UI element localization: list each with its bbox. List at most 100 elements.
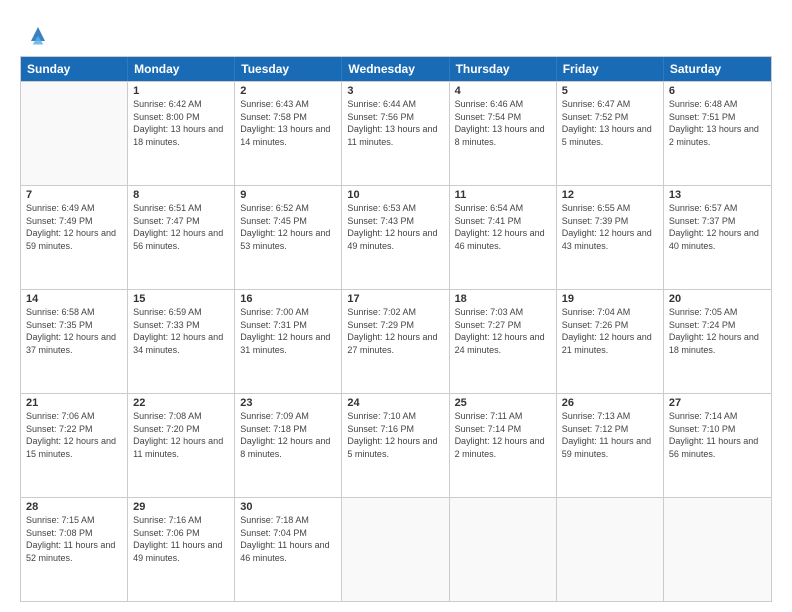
calendar-cell: 9 Sunrise: 6:52 AM Sunset: 7:45 PM Dayli… [235,186,342,289]
day-number: 27 [669,397,766,409]
calendar-cell: 25 Sunrise: 7:11 AM Sunset: 7:14 PM Dayl… [450,394,557,497]
calendar-cell: 20 Sunrise: 7:05 AM Sunset: 7:24 PM Dayl… [664,290,771,393]
weekday-header: Thursday [450,57,557,81]
weekday-header: Monday [128,57,235,81]
calendar-cell: 1 Sunrise: 6:42 AM Sunset: 8:00 PM Dayli… [128,82,235,185]
weekday-header: Sunday [21,57,128,81]
day-info: Sunrise: 6:46 AM Sunset: 7:54 PM Dayligh… [455,98,551,148]
weekday-header: Wednesday [342,57,449,81]
day-info: Sunrise: 6:43 AM Sunset: 7:58 PM Dayligh… [240,98,336,148]
calendar-row: 28 Sunrise: 7:15 AM Sunset: 7:08 PM Dayl… [21,497,771,601]
day-number: 30 [240,501,336,513]
day-number: 11 [455,189,551,201]
day-number: 2 [240,85,336,97]
logo-icon [24,20,52,48]
calendar-cell: 2 Sunrise: 6:43 AM Sunset: 7:58 PM Dayli… [235,82,342,185]
day-number: 5 [562,85,658,97]
calendar-row: 1 Sunrise: 6:42 AM Sunset: 8:00 PM Dayli… [21,81,771,185]
calendar-cell: 24 Sunrise: 7:10 AM Sunset: 7:16 PM Dayl… [342,394,449,497]
day-number: 8 [133,189,229,201]
day-info: Sunrise: 7:13 AM Sunset: 7:12 PM Dayligh… [562,410,658,460]
day-info: Sunrise: 6:44 AM Sunset: 7:56 PM Dayligh… [347,98,443,148]
day-info: Sunrise: 7:16 AM Sunset: 7:06 PM Dayligh… [133,514,229,564]
calendar-cell: 12 Sunrise: 6:55 AM Sunset: 7:39 PM Dayl… [557,186,664,289]
calendar-row: 14 Sunrise: 6:58 AM Sunset: 7:35 PM Dayl… [21,289,771,393]
day-number: 24 [347,397,443,409]
calendar-cell: 3 Sunrise: 6:44 AM Sunset: 7:56 PM Dayli… [342,82,449,185]
calendar-cell: 26 Sunrise: 7:13 AM Sunset: 7:12 PM Dayl… [557,394,664,497]
day-number: 13 [669,189,766,201]
logo [20,20,52,48]
day-info: Sunrise: 6:54 AM Sunset: 7:41 PM Dayligh… [455,202,551,252]
calendar-cell [664,498,771,601]
day-number: 12 [562,189,658,201]
day-number: 14 [26,293,122,305]
calendar-cell: 13 Sunrise: 6:57 AM Sunset: 7:37 PM Dayl… [664,186,771,289]
calendar-cell [342,498,449,601]
day-number: 7 [26,189,122,201]
day-info: Sunrise: 7:04 AM Sunset: 7:26 PM Dayligh… [562,306,658,356]
day-number: 17 [347,293,443,305]
calendar-row: 7 Sunrise: 6:49 AM Sunset: 7:49 PM Dayli… [21,185,771,289]
calendar-cell: 28 Sunrise: 7:15 AM Sunset: 7:08 PM Dayl… [21,498,128,601]
day-info: Sunrise: 6:57 AM Sunset: 7:37 PM Dayligh… [669,202,766,252]
calendar-cell: 21 Sunrise: 7:06 AM Sunset: 7:22 PM Dayl… [21,394,128,497]
day-number: 15 [133,293,229,305]
calendar-cell: 29 Sunrise: 7:16 AM Sunset: 7:06 PM Dayl… [128,498,235,601]
header [20,16,772,48]
calendar-cell: 6 Sunrise: 6:48 AM Sunset: 7:51 PM Dayli… [664,82,771,185]
day-number: 4 [455,85,551,97]
day-info: Sunrise: 6:55 AM Sunset: 7:39 PM Dayligh… [562,202,658,252]
day-number: 10 [347,189,443,201]
day-info: Sunrise: 6:59 AM Sunset: 7:33 PM Dayligh… [133,306,229,356]
day-info: Sunrise: 6:47 AM Sunset: 7:52 PM Dayligh… [562,98,658,148]
calendar-cell: 18 Sunrise: 7:03 AM Sunset: 7:27 PM Dayl… [450,290,557,393]
calendar-cell: 30 Sunrise: 7:18 AM Sunset: 7:04 PM Dayl… [235,498,342,601]
day-info: Sunrise: 6:42 AM Sunset: 8:00 PM Dayligh… [133,98,229,148]
calendar-cell [21,82,128,185]
day-number: 28 [26,501,122,513]
day-number: 3 [347,85,443,97]
calendar-header: SundayMondayTuesdayWednesdayThursdayFrid… [21,57,771,81]
day-number: 23 [240,397,336,409]
day-info: Sunrise: 6:49 AM Sunset: 7:49 PM Dayligh… [26,202,122,252]
calendar-cell: 17 Sunrise: 7:02 AM Sunset: 7:29 PM Dayl… [342,290,449,393]
calendar-cell: 4 Sunrise: 6:46 AM Sunset: 7:54 PM Dayli… [450,82,557,185]
calendar-cell: 16 Sunrise: 7:00 AM Sunset: 7:31 PM Dayl… [235,290,342,393]
day-info: Sunrise: 7:06 AM Sunset: 7:22 PM Dayligh… [26,410,122,460]
day-number: 16 [240,293,336,305]
day-number: 9 [240,189,336,201]
day-number: 19 [562,293,658,305]
day-number: 6 [669,85,766,97]
day-info: Sunrise: 7:03 AM Sunset: 7:27 PM Dayligh… [455,306,551,356]
calendar: SundayMondayTuesdayWednesdayThursdayFrid… [20,56,772,602]
day-number: 20 [669,293,766,305]
day-info: Sunrise: 6:53 AM Sunset: 7:43 PM Dayligh… [347,202,443,252]
day-number: 25 [455,397,551,409]
calendar-cell [450,498,557,601]
day-info: Sunrise: 6:51 AM Sunset: 7:47 PM Dayligh… [133,202,229,252]
calendar-body: 1 Sunrise: 6:42 AM Sunset: 8:00 PM Dayli… [21,81,771,601]
day-number: 26 [562,397,658,409]
calendar-row: 21 Sunrise: 7:06 AM Sunset: 7:22 PM Dayl… [21,393,771,497]
day-info: Sunrise: 7:00 AM Sunset: 7:31 PM Dayligh… [240,306,336,356]
calendar-cell: 27 Sunrise: 7:14 AM Sunset: 7:10 PM Dayl… [664,394,771,497]
day-info: Sunrise: 6:52 AM Sunset: 7:45 PM Dayligh… [240,202,336,252]
day-info: Sunrise: 7:09 AM Sunset: 7:18 PM Dayligh… [240,410,336,460]
day-number: 22 [133,397,229,409]
day-info: Sunrise: 7:08 AM Sunset: 7:20 PM Dayligh… [133,410,229,460]
day-number: 29 [133,501,229,513]
day-number: 1 [133,85,229,97]
day-info: Sunrise: 7:02 AM Sunset: 7:29 PM Dayligh… [347,306,443,356]
calendar-cell: 19 Sunrise: 7:04 AM Sunset: 7:26 PM Dayl… [557,290,664,393]
day-info: Sunrise: 7:10 AM Sunset: 7:16 PM Dayligh… [347,410,443,460]
day-info: Sunrise: 7:15 AM Sunset: 7:08 PM Dayligh… [26,514,122,564]
calendar-cell: 5 Sunrise: 6:47 AM Sunset: 7:52 PM Dayli… [557,82,664,185]
day-number: 21 [26,397,122,409]
weekday-header: Saturday [664,57,771,81]
calendar-cell: 10 Sunrise: 6:53 AM Sunset: 7:43 PM Dayl… [342,186,449,289]
day-info: Sunrise: 7:18 AM Sunset: 7:04 PM Dayligh… [240,514,336,564]
day-info: Sunrise: 7:11 AM Sunset: 7:14 PM Dayligh… [455,410,551,460]
day-info: Sunrise: 6:58 AM Sunset: 7:35 PM Dayligh… [26,306,122,356]
calendar-cell: 23 Sunrise: 7:09 AM Sunset: 7:18 PM Dayl… [235,394,342,497]
